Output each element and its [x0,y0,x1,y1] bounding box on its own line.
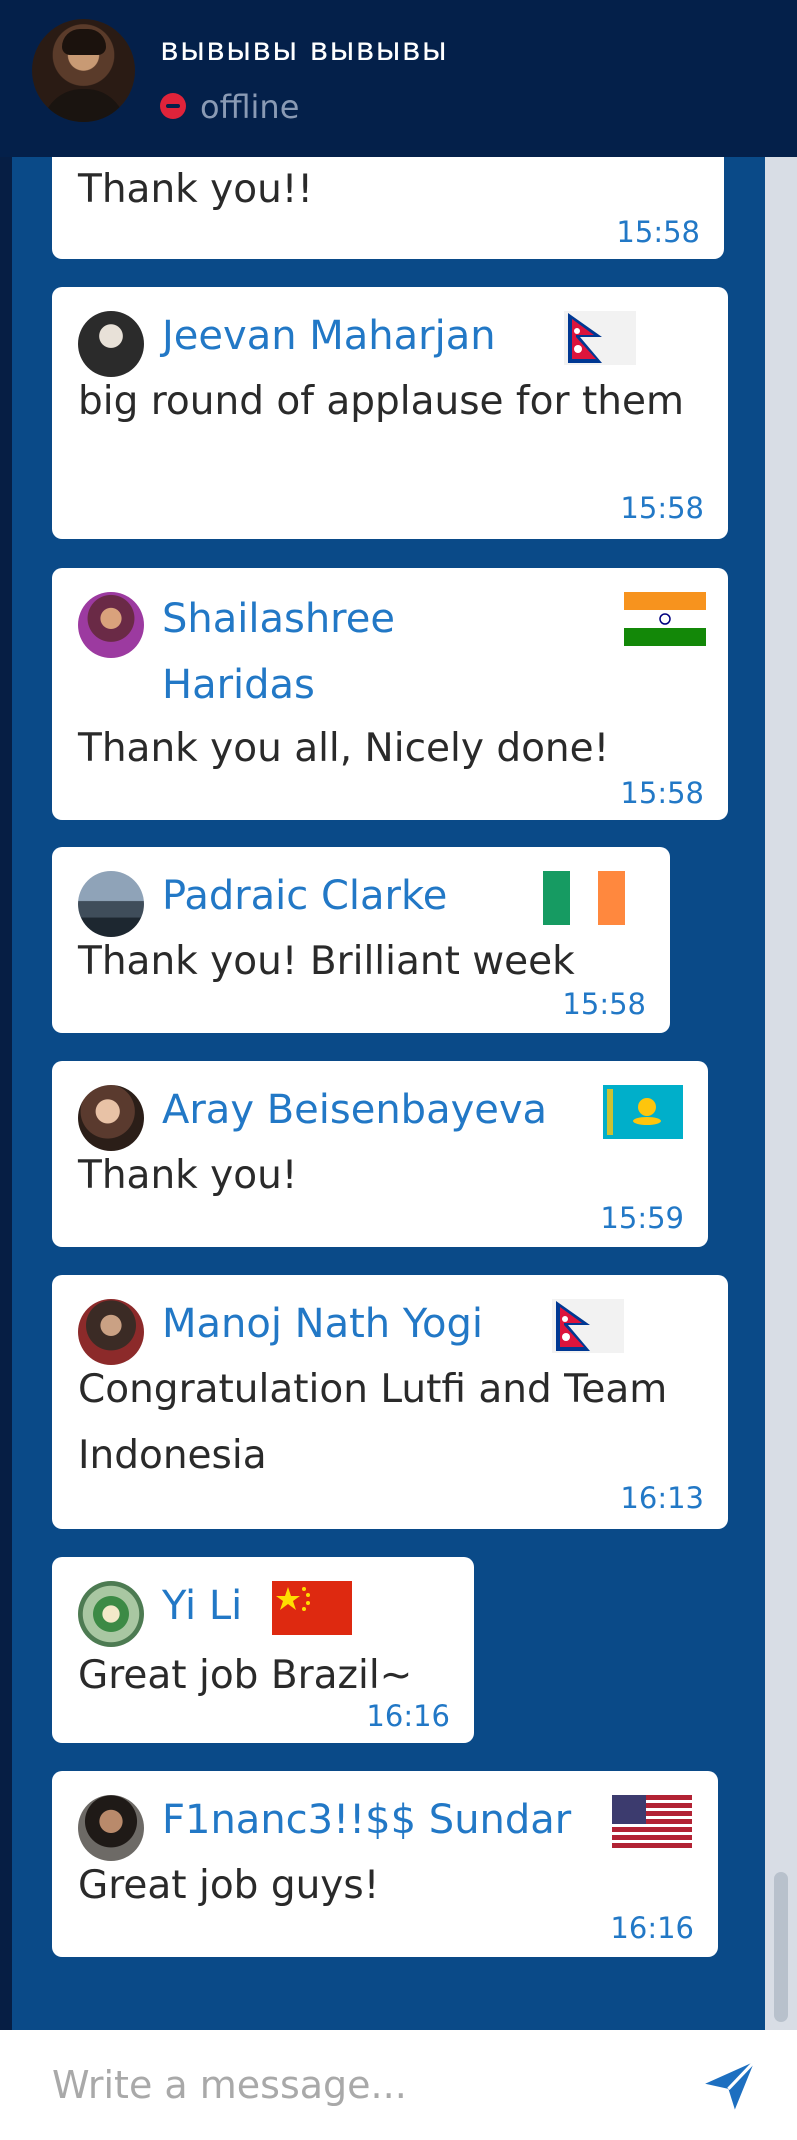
nepal-flag-icon [552,1299,624,1353]
left-edge [0,157,12,2030]
message-scrollbar[interactable] [765,157,797,2030]
sender-name[interactable]: Manoj Nath Yogi [162,1293,483,1355]
message-text: Thank you! [78,1153,298,1198]
message-bubble: Jeevan Maharjan big round of applause fo… [52,287,728,539]
nepal-flag-icon [564,311,636,365]
chat-avatar[interactable] [32,19,135,122]
sender-avatar[interactable] [78,592,144,658]
china-flag-icon [272,1581,352,1635]
message-bubble: Shailashree Haridas Thank you all, Nicel… [52,568,728,820]
message-time: 15:58 [620,491,704,525]
message-time: 16:13 [620,1481,704,1515]
message-time: 16:16 [366,1699,450,1733]
send-button[interactable] [700,2054,762,2116]
sender-name[interactable]: F1nanc3!!$$ Sundar [162,1789,571,1851]
message-text: Thank you all, Nicely done! [78,726,610,771]
chat-header: вывывы вывывы offline [0,0,797,157]
chat-window: вывывы вывывы offline Thank you!! 15:58 … [0,0,797,2140]
message-list[interactable]: Thank you!! 15:58 Jeevan Maharjan big ro… [12,157,765,2030]
sender-avatar[interactable] [78,311,144,377]
sender-avatar[interactable] [78,1299,144,1365]
message-time: 15:58 [620,776,704,810]
message-time: 15:59 [600,1201,684,1235]
message-text: Thank you!! [78,167,314,212]
message-bubble: Thank you!! 15:58 [52,157,724,259]
sender-name[interactable]: Jeevan Maharjan [162,305,496,367]
sender-name[interactable]: Padraic Clarke [162,865,447,927]
sender-avatar[interactable] [78,1085,144,1151]
usa-flag-icon [612,1795,692,1849]
message-bubble: Padraic Clarke Thank you! Brilliant week… [52,847,670,1033]
sender-name[interactable]: Yi Li [162,1575,242,1637]
sender-name[interactable]: Shailashree Haridas [162,586,522,718]
sender-avatar[interactable] [78,871,144,937]
sender-avatar[interactable] [78,1581,144,1647]
kazakhstan-flag-icon [603,1085,683,1139]
message-time: 16:16 [610,1911,694,1945]
message-text: Great job guys! [78,1863,380,1908]
message-bubble: Manoj Nath Yogi Congratulation Lutfi and… [52,1275,728,1529]
sender-avatar[interactable] [78,1795,144,1861]
message-text: Thank you! Brilliant week [78,939,575,984]
message-text: Congratulation Lutfi and Team Indonesia [78,1367,668,1478]
chat-status: offline [200,88,300,126]
message-time: 15:58 [562,987,646,1021]
message-time: 15:58 [616,215,700,249]
message-bubble: F1nanc3!!$$ Sundar Great job guys! 16:16 [52,1771,718,1957]
message-input[interactable] [0,2030,690,2140]
scrollbar-thumb[interactable] [774,1872,788,2022]
send-icon [705,2060,756,2110]
message-bubble: Yi Li Great job Brazil~ 16:16 [52,1557,474,1743]
message-bubble: Aray Beisenbayeva Thank you! 15:59 [52,1061,708,1247]
sender-name[interactable]: Aray Beisenbayeva [162,1079,547,1141]
offline-status-icon [160,93,186,119]
chat-title: вывывы вывывы [160,30,448,68]
message-composer [0,2030,797,2140]
ireland-flag-icon [543,871,625,925]
india-flag-icon [624,592,706,646]
message-text: big round of applause for them [78,379,684,424]
